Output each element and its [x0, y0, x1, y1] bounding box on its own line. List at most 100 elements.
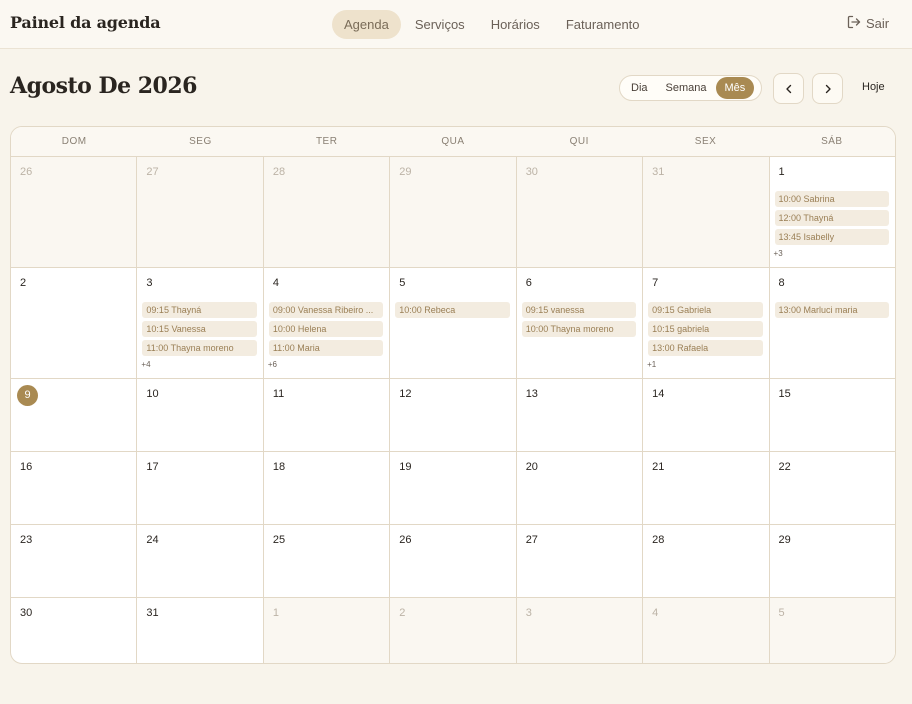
- day-number: 8: [778, 277, 785, 289]
- nav-item-faturamento[interactable]: Faturamento: [554, 10, 652, 39]
- calendar-week-row: 16 17 18 19 20 21 22: [11, 452, 895, 525]
- day-cell[interactable]: 12: [390, 379, 517, 451]
- more-appointments-link[interactable]: +6: [268, 360, 277, 369]
- day-cell[interactable]: 24: [137, 525, 264, 597]
- day-number: 11: [272, 388, 285, 400]
- day-cell[interactable]: 1: [263, 598, 391, 663]
- day-cell[interactable]: 16: [11, 452, 138, 524]
- day-cell[interactable]: 20: [517, 452, 644, 524]
- day-number: 2: [20, 277, 27, 289]
- day-cell[interactable]: 27: [137, 157, 264, 267]
- day-cell[interactable]: 23: [11, 525, 138, 597]
- day-events: 10:00 Sabrina 12:00 Thayná 13:45 Isabelly: [774, 191, 889, 248]
- day-cell[interactable]: 31: [643, 157, 770, 267]
- day-cell[interactable]: 19: [390, 452, 517, 524]
- calendar-week-row: 9 10 11 12 13 14 15: [11, 379, 895, 452]
- day-number: 18: [272, 461, 286, 473]
- day-events: 09:15 vanessa 10:00 Thayna moreno: [521, 302, 637, 340]
- day-cell[interactable]: 25: [264, 525, 391, 597]
- weekday-label: SEG: [189, 136, 212, 147]
- day-cell[interactable]: 31: [137, 598, 264, 663]
- top-bar: Painel da agenda Agenda Serviços Horário…: [0, 0, 912, 49]
- view-toggle: Dia Semana Mês: [619, 75, 762, 101]
- day-cell[interactable]: 5: [769, 598, 895, 663]
- appointment-chip[interactable]: 10:15 Vanessa: [142, 321, 257, 337]
- appointment-chip[interactable]: 13:45 Isabelly: [774, 229, 889, 245]
- day-cell[interactable]: 11: [264, 379, 391, 451]
- day-cell[interactable]: 29: [390, 157, 517, 267]
- day-cell[interactable]: 3 09:15 Thayná 10:15 Vanessa 11:00 Thayna m…: [137, 268, 264, 378]
- day-cell[interactable]: 26: [390, 525, 517, 597]
- logout-button[interactable]: Sair: [847, 15, 889, 32]
- day-cell[interactable]: 15: [770, 379, 895, 451]
- day-number: 19: [399, 461, 412, 473]
- day-cell[interactable]: 28: [643, 525, 770, 597]
- appointment-chip[interactable]: 09:00 Vanessa Ribeiro ...: [268, 302, 384, 318]
- day-number: 3: [525, 607, 532, 619]
- day-cell[interactable]: 26: [11, 157, 138, 267]
- day-cell[interactable]: 4 09:00 Vanessa Ribeiro ... 10:00 Helena 11…: [264, 268, 391, 378]
- day-cell[interactable]: 7 09:15 Gabriela 10:15 gabriela 13:00 Rafae…: [643, 268, 770, 378]
- appointment-chip[interactable]: 11:00 Thayna moreno: [142, 340, 257, 356]
- day-cell[interactable]: 10: [137, 379, 264, 451]
- appointment-chip[interactable]: 09:15 Thayná: [142, 302, 257, 318]
- day-number: 30: [20, 607, 33, 619]
- day-cell[interactable]: 2: [390, 598, 517, 663]
- appointment-chip[interactable]: 10:15 gabriela: [648, 321, 763, 337]
- day-cell[interactable]: 21: [643, 452, 770, 524]
- today-button[interactable]: Hoje: [862, 81, 885, 93]
- appointment-chip[interactable]: 10:00 Helena: [268, 321, 384, 337]
- view-week-button[interactable]: Semana: [657, 77, 716, 99]
- next-month-button[interactable]: [812, 73, 843, 104]
- appointment-chip[interactable]: 10:00 Rebeca: [395, 302, 510, 318]
- logout-label: Sair: [866, 16, 890, 31]
- day-cell[interactable]: 4: [643, 598, 770, 663]
- day-number: 7: [652, 277, 659, 289]
- day-cell[interactable]: 2: [11, 268, 138, 378]
- prev-month-button[interactable]: [773, 73, 804, 104]
- day-cell[interactable]: 18: [264, 452, 391, 524]
- nav-item-horarios[interactable]: Horários: [479, 10, 552, 39]
- view-day-button[interactable]: Dia: [622, 77, 657, 99]
- day-cell[interactable]: 3: [516, 598, 644, 663]
- more-appointments-link[interactable]: +3: [774, 249, 783, 258]
- more-appointments-link[interactable]: +1: [647, 360, 656, 369]
- day-cell[interactable]: 5 10:00 Rebeca: [390, 268, 517, 378]
- day-number: 6: [525, 277, 532, 289]
- day-cell[interactable]: 22: [770, 452, 895, 524]
- appointment-chip[interactable]: 09:15 vanessa: [521, 302, 637, 318]
- appointment-chip[interactable]: 10:00 Sabrina: [774, 191, 889, 207]
- day-cell[interactable]: 27: [517, 525, 644, 597]
- day-number: 5: [778, 607, 785, 619]
- appointment-chip[interactable]: 13:00 Rafaela: [648, 340, 763, 356]
- day-cell[interactable]: 1 10:00 Sabrina 12:00 Thayná 13:45 Isabelly…: [770, 157, 895, 267]
- weekday-header: DOM SEG TER QUA QUI SEX SÁB: [11, 127, 895, 157]
- day-cell[interactable]: 8 13:00 Marluci maria: [770, 268, 895, 378]
- day-cell[interactable]: 9: [11, 379, 138, 451]
- day-cell[interactable]: 14: [643, 379, 770, 451]
- day-number: 27: [146, 166, 159, 178]
- day-cell[interactable]: 13: [517, 379, 644, 451]
- nav-item-servicos[interactable]: Serviços: [403, 10, 477, 39]
- day-cell[interactable]: 6 09:15 vanessa 10:00 Thayna moreno: [517, 268, 644, 378]
- appointment-chip[interactable]: 11:00 Maria: [268, 340, 384, 356]
- nav-item-agenda[interactable]: Agenda: [332, 10, 401, 39]
- day-events: 13:00 Marluci maria: [774, 302, 889, 321]
- logout-icon: [847, 15, 861, 32]
- appointment-chip[interactable]: 13:00 Marluci maria: [774, 302, 889, 318]
- calendar-week-row: 23 24 25 26 27 28 29: [11, 525, 895, 598]
- view-month-button[interactable]: Mês: [715, 77, 755, 99]
- more-appointments-link[interactable]: +4: [141, 360, 150, 369]
- weekday-label: QUI: [569, 136, 589, 147]
- weekday-label: TER: [315, 136, 338, 147]
- day-cell[interactable]: 29: [770, 525, 895, 597]
- day-cell[interactable]: 28: [263, 157, 391, 267]
- appointment-chip[interactable]: 12:00 Thayná: [774, 210, 889, 226]
- day-cell[interactable]: 17: [137, 452, 264, 524]
- day-cell[interactable]: 30: [11, 598, 138, 663]
- day-cell[interactable]: 30: [516, 157, 644, 267]
- appointment-chip[interactable]: 09:15 Gabriela: [648, 302, 763, 318]
- calendar-grid: 26 27 28 29 30 31 1 10:00 Sabrina 12:00 Thayná 13…: [11, 157, 895, 663]
- day-number: 29: [399, 166, 412, 178]
- appointment-chip[interactable]: 10:00 Thayna moreno: [521, 321, 637, 337]
